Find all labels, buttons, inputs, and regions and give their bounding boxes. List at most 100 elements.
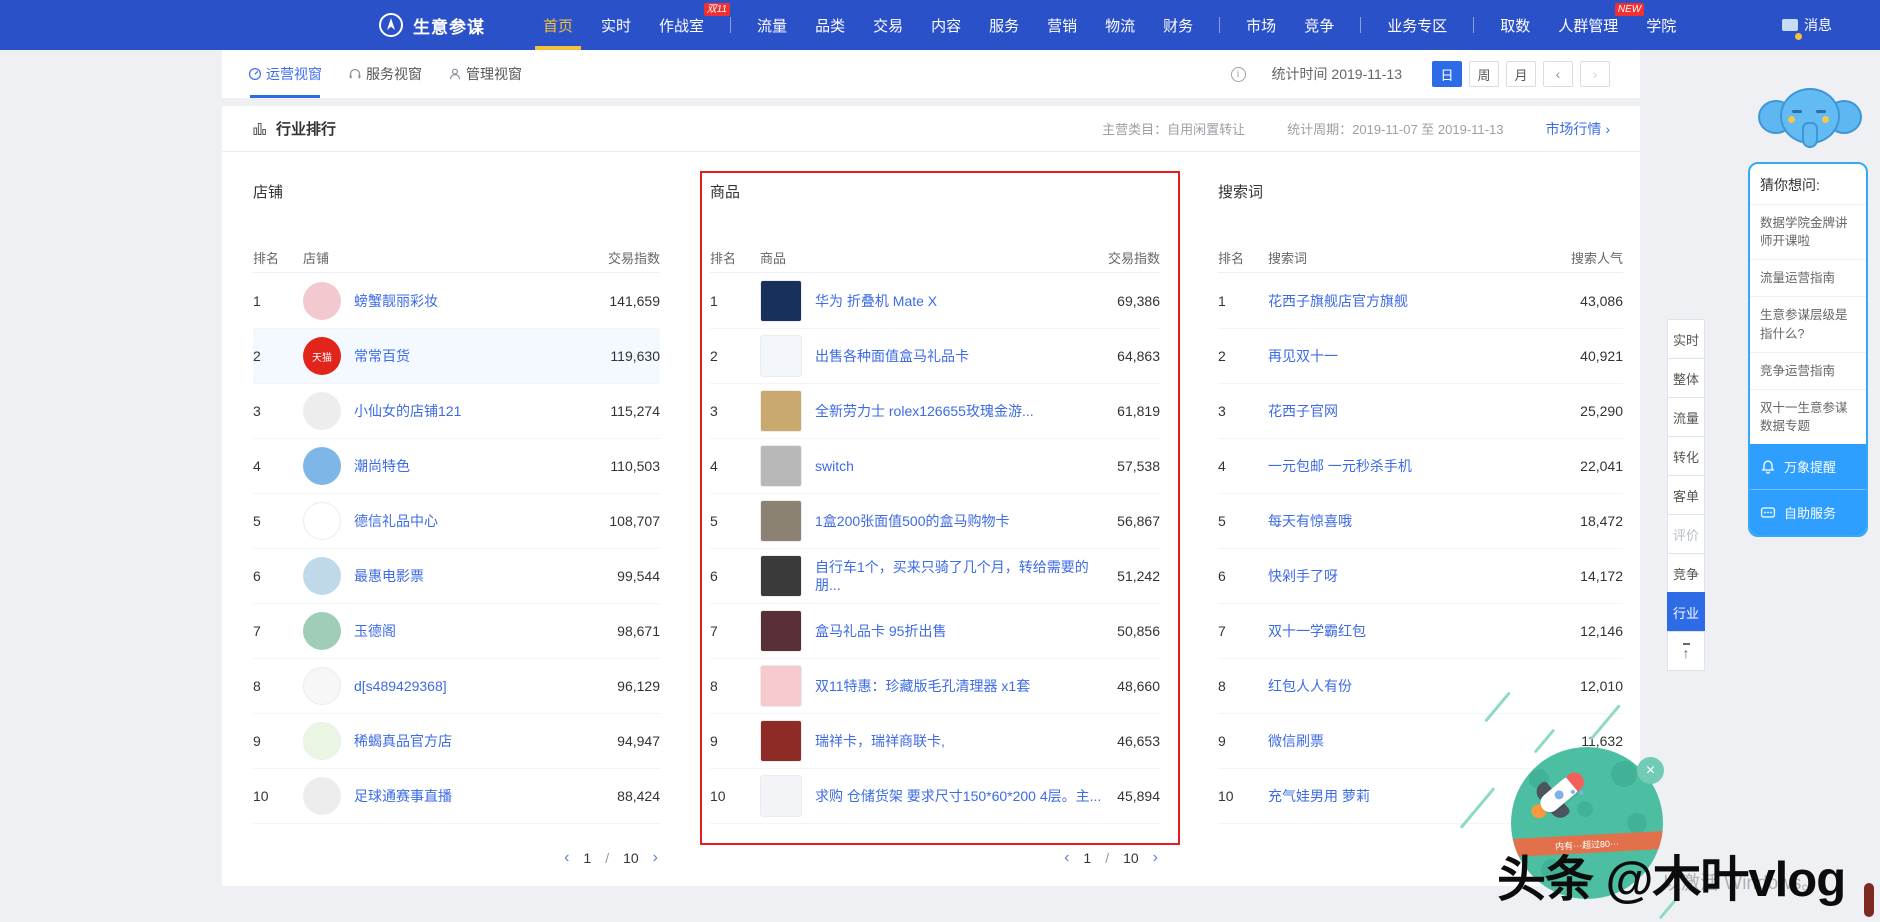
products-link[interactable]: 全新劳力士 rolex126655玫瑰金游... <box>815 402 1107 420</box>
elephant-cheek <box>1788 116 1795 123</box>
nav-item[interactable]: 人群管理NEW <box>1558 0 1618 50</box>
shops-link[interactable]: 足球通赛事直播 <box>354 787 607 805</box>
nav-item-label: 作战室 <box>659 15 704 36</box>
next-page-button[interactable]: › <box>653 849 658 867</box>
period-segment: 日周月 <box>1432 61 1543 87</box>
products-link[interactable]: 出售各种面值盒马礼品卡 <box>815 347 1107 365</box>
side-tool-4[interactable]: 转化 <box>1667 436 1705 476</box>
index-value: 22,041 <box>1580 458 1623 474</box>
side-tool-1[interactable]: 实时 <box>1667 319 1705 359</box>
next-period-button[interactable]: › <box>1580 61 1610 87</box>
keywords-link[interactable]: 一元包邮 一元秒杀手机 <box>1268 457 1570 475</box>
view-tab[interactable]: 运营视窗 <box>248 50 322 98</box>
product-thumbnail <box>760 390 802 432</box>
nav-item[interactable]: 业务专区 <box>1387 0 1447 50</box>
market-link[interactable]: 市场行情 › <box>1545 119 1610 139</box>
nav-item[interactable]: 内容 <box>931 0 961 50</box>
keywords-link[interactable]: 红包人人有份 <box>1268 677 1570 695</box>
side-tool-7[interactable]: 竞争 <box>1667 553 1705 593</box>
shops-link[interactable]: 常常百货 <box>354 347 600 365</box>
rank: 6 <box>253 568 303 584</box>
keywords-link[interactable]: 微信刷票 <box>1268 732 1571 750</box>
side-tool-6[interactable]: 评价 <box>1667 514 1705 554</box>
shops-link[interactable]: 德信礼品中心 <box>354 512 599 530</box>
back-to-top-button[interactable]: ↑ <box>1667 631 1705 671</box>
view-tab[interactable]: 服务视窗 <box>348 50 422 98</box>
nav-item[interactable]: 流量 <box>757 0 787 50</box>
products-link[interactable]: 求购 仓储货架 要求尺寸150*60*200 4层。主... <box>815 787 1107 805</box>
rank: 2 <box>1218 348 1268 364</box>
keywords-link[interactable]: 花西子旗舰店官方旗舰 <box>1268 292 1570 310</box>
assistant-action[interactable]: 万象提醒 <box>1750 444 1866 489</box>
period-button[interactable]: 日 <box>1432 61 1462 87</box>
keywords-link[interactable]: 快剁手了呀 <box>1268 567 1570 585</box>
page-title-text: 行业排行 <box>276 118 336 139</box>
side-tool-2[interactable]: 整体 <box>1667 358 1705 398</box>
nav-item[interactable]: 市场 <box>1246 0 1276 50</box>
nav-item-label: 学院 <box>1646 15 1676 36</box>
close-icon[interactable]: × <box>1637 757 1664 784</box>
nav-separator <box>730 17 731 33</box>
shops-link[interactable]: d[s489429368] <box>354 677 607 695</box>
nav-item[interactable]: 竞争 <box>1304 0 1334 50</box>
keywords-row: 5每天有惊喜哦18,472 <box>1218 494 1623 549</box>
nav-item[interactable]: 财务 <box>1163 0 1193 50</box>
shops-link[interactable]: 螃蟹靓丽彩妆 <box>354 292 599 310</box>
view-tab[interactable]: 管理视窗 <box>448 50 522 98</box>
back-to-top-icon: ↑ <box>1683 643 1690 660</box>
shops-link[interactable]: 稀蝎真品官方店 <box>354 732 607 750</box>
assistant-action[interactable]: 自助服务 <box>1750 489 1866 535</box>
index-value: 51,242 <box>1117 568 1160 584</box>
assistant-question[interactable]: 竞争运营指南 <box>1750 352 1866 389</box>
products-link[interactable]: 华为 折叠机 Mate X <box>815 292 1107 310</box>
index-value: 119,630 <box>610 348 660 364</box>
nav-item[interactable]: 品类 <box>815 0 845 50</box>
scrollbar-fragment[interactable] <box>1864 883 1874 917</box>
next-page-button[interactable]: › <box>1153 849 1158 867</box>
nav-item[interactable]: 作战室双11 <box>659 0 704 50</box>
period-button[interactable]: 月 <box>1506 61 1536 87</box>
shops-column-title: 店铺 <box>253 181 283 202</box>
card-header: 行业排行 主营类目：自用闲置转让 统计周期：2019-11-07 至 2019-… <box>222 106 1640 152</box>
shops-link[interactable]: 潮尚特色 <box>354 457 600 475</box>
assistant-question[interactable]: 生意参谋层级是指什么? <box>1750 296 1866 351</box>
assistant-question[interactable]: 流量运营指南 <box>1750 259 1866 296</box>
side-tool-8[interactable]: 行业 <box>1667 592 1705 632</box>
side-tool-5[interactable]: 客单 <box>1667 475 1705 515</box>
prev-page-button[interactable]: ‹ <box>564 849 569 867</box>
rank: 1 <box>1218 293 1268 309</box>
category-label: 主营类目：自用闲置转让 <box>1102 119 1245 138</box>
keywords-link[interactable]: 花西子官网 <box>1268 402 1570 420</box>
nav-item[interactable]: 物流 <box>1105 0 1135 50</box>
nav-item[interactable]: 首页 <box>543 0 573 50</box>
products-link[interactable]: 双11特惠：珍藏版毛孔清理器 x1套 <box>815 677 1107 695</box>
messages-button[interactable]: 消息 <box>1782 0 1832 50</box>
prev-period-button[interactable]: ‹ <box>1543 61 1573 87</box>
products-link[interactable]: 盒马礼品卡 95折出售 <box>815 622 1107 640</box>
products-link[interactable]: 自行车1个，买来只骑了几个月，转给需要的朋... <box>815 558 1107 594</box>
shops-link[interactable]: 小仙女的店铺121 <box>354 402 600 420</box>
shops-link[interactable]: 玉德阁 <box>354 622 607 640</box>
assistant-question[interactable]: 数据学院金牌讲师开课啦 <box>1750 204 1866 259</box>
period-button[interactable]: 周 <box>1469 61 1499 87</box>
shops-link[interactable]: 最惠电影票 <box>354 567 607 585</box>
products-link[interactable]: switch <box>815 457 1107 475</box>
nav-item[interactable]: 学院 <box>1646 0 1676 50</box>
nav-item[interactable]: 营销 <box>1047 0 1077 50</box>
nav-item[interactable]: 交易 <box>873 0 903 50</box>
brand[interactable]: 生意参谋 <box>378 12 485 38</box>
assistant-actions: 万象提醒自助服务 <box>1750 444 1866 535</box>
nav-item[interactable]: 服务 <box>989 0 1019 50</box>
nav-item[interactable]: 实时 <box>601 0 631 50</box>
products-link[interactable]: 1盒200张面值500的盒马购物卡 <box>815 512 1107 530</box>
side-tool-3[interactable]: 流量 <box>1667 397 1705 437</box>
keywords-link[interactable]: 双十一学霸红包 <box>1268 622 1570 640</box>
assistant-question[interactable]: 双十一生意参谋数据专题 <box>1750 389 1866 444</box>
nav-item[interactable]: 取数 <box>1500 0 1530 50</box>
products-link[interactable]: 瑞祥卡，瑞祥商联卡, <box>815 732 1107 750</box>
keywords-link[interactable]: 每天有惊喜哦 <box>1268 512 1570 530</box>
prev-page-button[interactable]: ‹ <box>1064 849 1069 867</box>
info-icon[interactable]: i <box>1231 67 1246 82</box>
keywords-link[interactable]: 再见双十一 <box>1268 347 1570 365</box>
rank: 2 <box>710 348 760 364</box>
